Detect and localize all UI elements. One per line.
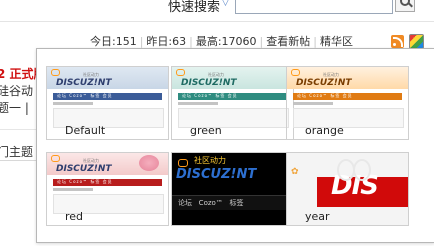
theme-option-black[interactable]: 社区动力 DISCUZ!NT 论坛 Cozo™ 标签 [171, 152, 294, 226]
forum-stats: 今日:151 | 昨日:63 | 最高:17060 | 查看新帖 | 精华区 [90, 35, 353, 48]
divider [0, 129, 36, 130]
chevron-down-icon[interactable]: ▽ [222, 0, 229, 8]
theme-switch-icon[interactable] [409, 34, 424, 49]
theme-option-default[interactable]: DISCUZ!NT 社区动力 论坛 Cozo™ 标签 会员 Default [46, 66, 169, 140]
quick-search-label: 快速搜索 [168, 0, 221, 15]
theme-option-orange[interactable]: DISCUZ!NT 社区动力 论坛 Cozo™ 标签 会员 orange [286, 66, 409, 140]
stat-today: 今日:151 [90, 35, 137, 48]
theme-label: red [65, 210, 84, 223]
theme-option-green[interactable]: DISCUZ!NT 社区动力 论坛 Cozo™ 标签 会员 green [171, 66, 294, 140]
stat-yesterday: 昨日:63 [146, 35, 187, 48]
left-text-line: 硅谷动 [0, 84, 34, 98]
view-new-posts-link[interactable]: 查看新帖 [266, 35, 310, 48]
theme-label: Default [65, 124, 106, 137]
theme-option-year[interactable]: ✿ DIS year [286, 152, 409, 226]
divider [0, 160, 36, 161]
digest-link[interactable]: 精华区 [320, 35, 353, 48]
rss-icon[interactable] [391, 35, 404, 48]
header-divider [0, 21, 434, 22]
theme-label: green [190, 124, 222, 137]
theme-preview-black: 社区动力 DISCUZ!NT 论坛 Cozo™ 标签 [172, 153, 293, 225]
left-text-line: 题一 | [0, 101, 29, 115]
theme-picker-popup: DISCUZ!NT 社区动力 论坛 Cozo™ 标签 会员 Default DI… [36, 48, 434, 243]
stat-highest: 最高:17060 [195, 35, 257, 48]
theme-label: orange [305, 124, 344, 137]
search-button[interactable] [395, 0, 415, 12]
search-input[interactable] [235, 0, 393, 14]
theme-label: year [305, 210, 330, 223]
hot-topics-tab[interactable]: 门主题 [0, 143, 33, 160]
theme-option-red[interactable]: DISCUZ!NT 社区动力 论坛 Cozo™ 标签 会员 red [46, 152, 169, 226]
